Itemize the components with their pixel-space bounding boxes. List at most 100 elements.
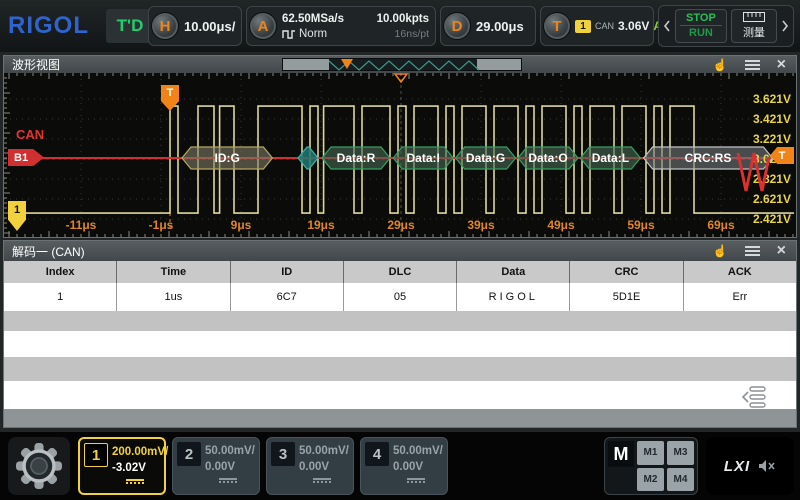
coupling-icon xyxy=(219,478,237,484)
chevron-left-icon[interactable] xyxy=(663,19,671,33)
table-cell: 05 xyxy=(344,283,458,311)
math-m4-button[interactable]: M4 xyxy=(667,467,694,491)
coupling-icon xyxy=(126,479,144,485)
stop-run-button[interactable]: STOP RUN xyxy=(675,9,727,43)
gear-icon xyxy=(16,443,62,489)
decode-panel-header: 解码一 (CAN) ☝ × xyxy=(4,241,796,261)
timebase-minimap[interactable] xyxy=(282,58,522,71)
channel-offset: 0.00V xyxy=(205,461,236,474)
math-m2-button[interactable]: M2 xyxy=(637,467,664,491)
decode-data-row[interactable]: 1 1us 6C7 05 RIGOL 5D1E Err xyxy=(4,283,796,311)
bottom-toolbar: 1 200.00mV/ -3.02V 2 50.00mV/0.00V 3 50.00mV/0… xyxy=(0,432,800,500)
empty-row xyxy=(4,409,796,427)
column-header: Data xyxy=(457,261,571,283)
quick-actions-group: STOP RUN 测量 xyxy=(658,5,794,47)
acquire-control[interactable]: A 62.50MSa/s Norm 10.00kpts 16ns/pt xyxy=(246,6,436,46)
channel-4-button[interactable]: 4 50.00mV/0.00V xyxy=(360,437,448,495)
channel-2-button[interactable]: 2 50.00mV/0.00V xyxy=(172,437,260,495)
decode-bubble-label: ID:G xyxy=(215,151,240,165)
trigger-icon: T xyxy=(543,12,571,40)
bus-name-label: CAN xyxy=(16,127,45,142)
trigger-type: CAN xyxy=(595,21,615,31)
decode-bubble-label: Data:R xyxy=(337,151,376,165)
voltage-label: 2.421V xyxy=(752,212,791,226)
decode-bubble xyxy=(297,146,319,170)
channel-number-badge: 4 xyxy=(365,442,389,466)
trigger-control[interactable]: T 1 CAN 3.06V A xyxy=(540,6,662,46)
column-header: Time xyxy=(117,261,231,283)
empty-row xyxy=(4,331,796,357)
speaker-muted-icon xyxy=(759,460,775,472)
top-toolbar: RIGOL T'D H 10.00μs/ A 62.50MSa/s Norm 1… xyxy=(0,0,800,52)
red-zigzag-decoration xyxy=(736,152,771,192)
channel-scale: 50.00mV/ xyxy=(393,445,443,457)
channel-1-button[interactable]: 1 200.00mV/ -3.02V xyxy=(78,437,168,495)
waveform-svg: ID:G Data:R Data:I Data:G Data:O Data:L CRC:RS xyxy=(4,73,796,237)
decode-bubble-label: Data:L xyxy=(592,151,629,165)
math-m3-button[interactable]: M3 xyxy=(667,441,694,465)
column-header: CRC xyxy=(570,261,684,283)
decode-bubble-label: Data:O xyxy=(528,151,567,165)
time-label: 29μs xyxy=(387,218,415,232)
close-icon[interactable]: × xyxy=(777,243,786,259)
menu-icon[interactable] xyxy=(744,246,760,256)
channel-offset: 0.00V xyxy=(393,461,424,474)
channel-buttons: 1 200.00mV/ -3.02V 2 50.00mV/0.00V 3 50.00mV/0… xyxy=(78,437,448,495)
minimap-wave-icon xyxy=(328,60,480,71)
table-export-icon[interactable] xyxy=(741,386,768,413)
channel-scale: 50.00mV/ xyxy=(299,445,349,457)
waveform-view-panel: 波形视图 ☝ × ID:G Data:R Data:I Data:G Data:O Dat… xyxy=(3,55,797,238)
empty-row xyxy=(4,311,796,331)
time-label: 39μs xyxy=(467,218,495,232)
acquire-mode: Norm xyxy=(299,27,328,40)
time-label: 69μs xyxy=(707,218,735,232)
math-grid: M1 M3 M2 M4 xyxy=(637,441,694,491)
decode-header-row: Index Time ID DLC Data CRC ACK xyxy=(4,261,796,283)
waveform-panel-header: 波形视图 ☝ × xyxy=(4,56,796,73)
memory-depth: 10.00kpts xyxy=(376,12,429,25)
coupling-icon xyxy=(313,478,331,484)
acquire-icon: A xyxy=(249,12,277,40)
lxi-label: LXI xyxy=(723,457,751,475)
decode-bubble-label: Data:I xyxy=(407,151,440,165)
math-group: M M1 M3 M2 M4 xyxy=(604,437,698,495)
time-label: 19μs xyxy=(307,218,335,232)
time-label: -1μs xyxy=(148,218,174,232)
empty-row xyxy=(4,381,796,409)
delay-icon: D xyxy=(443,12,471,40)
time-label: 49μs xyxy=(547,218,575,232)
math-m1-button[interactable]: M1 xyxy=(637,441,664,465)
table-cell: RIGOL xyxy=(457,283,571,311)
voltage-label: 3.621V xyxy=(752,92,791,106)
touch-gesture-icon[interactable]: ☝ xyxy=(713,245,728,257)
column-header: ID xyxy=(231,261,344,283)
navigation-gear-button[interactable] xyxy=(8,437,70,495)
delay-value: 29.00μs xyxy=(476,18,524,34)
horizontal-scale-value: 10.00μs/ xyxy=(184,18,236,34)
close-icon[interactable]: × xyxy=(777,56,786,73)
touch-gesture-icon[interactable]: ☝ xyxy=(713,59,728,71)
measure-button[interactable]: 测量 xyxy=(730,9,777,43)
channel-3-button[interactable]: 3 50.00mV/0.00V xyxy=(266,437,354,495)
voltage-label: 3.221V xyxy=(752,132,791,146)
waveform-panel-title: 波形视图 xyxy=(12,58,61,72)
channel-number-badge: 2 xyxy=(177,442,201,466)
ruler-icon xyxy=(742,12,765,22)
oscilloscope-screen: RIGOL T'D H 10.00μs/ A 62.50MSa/s Norm 1… xyxy=(0,0,800,500)
horizontal-icon: H xyxy=(151,12,179,40)
decode-bubble-label: Data:G xyxy=(466,151,505,165)
column-header: Index xyxy=(4,261,118,283)
channel-number-badge: 3 xyxy=(271,442,295,466)
minimap-trigger-marker xyxy=(341,59,353,69)
delay-control[interactable]: D 29.00μs xyxy=(440,6,536,46)
chevron-right-icon[interactable] xyxy=(781,19,789,33)
decode-panel: 解码一 (CAN) ☝ × Index Time ID DLC Data CRC ACK 1… xyxy=(3,240,797,428)
horizontal-scale-control[interactable]: H 10.00μs/ xyxy=(148,6,242,46)
table-cell: 1us xyxy=(117,283,231,311)
lxi-status[interactable]: LXI xyxy=(706,437,794,495)
waveform-plot: ID:G Data:R Data:I Data:G Data:O Data:L CRC:RS… xyxy=(4,73,796,237)
sample-resolution: 16ns/pt xyxy=(394,27,429,40)
menu-icon[interactable] xyxy=(744,59,760,70)
trigger-status-indicator: T'D xyxy=(106,9,154,43)
math-button[interactable]: M xyxy=(608,441,634,467)
